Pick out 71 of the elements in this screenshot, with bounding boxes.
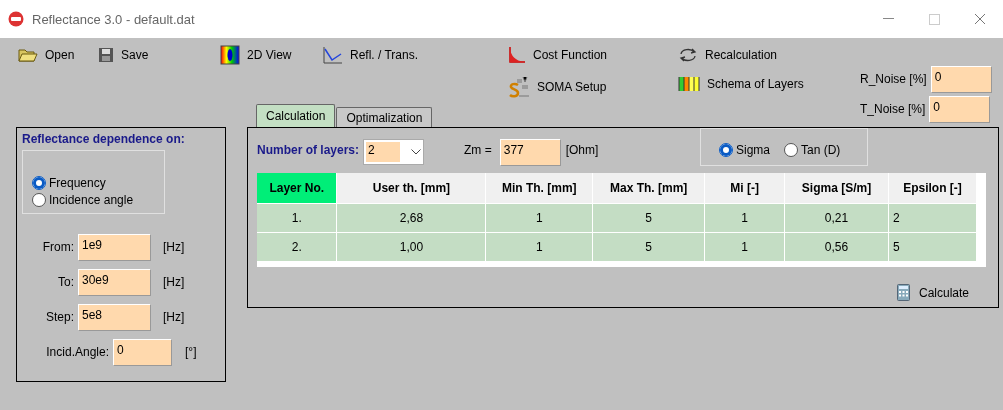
layers-dropdown[interactable]: 2 — [363, 139, 425, 165]
toolbar-button[interactable]: 2D View — [220, 45, 292, 65]
field-label: Incid.Angle: — [45, 345, 110, 359]
decay-chart-icon — [508, 46, 526, 64]
table-cell: 1 — [485, 232, 593, 261]
column-header: User th. [mm] — [336, 173, 486, 203]
toolbar-button[interactable]: Refl. / Trans. — [323, 46, 419, 64]
input-field[interactable]: 30e9 — [78, 269, 150, 295]
folder-icon — [18, 47, 38, 63]
field-label: To: — [57, 275, 75, 289]
column-header: Mi [-] — [704, 173, 785, 203]
table-cell: 2. — [257, 232, 337, 261]
close-icon[interactable] — [974, 13, 986, 25]
toolbar-button[interactable]: Save — [98, 47, 149, 63]
radio-option[interactable]: Incidence angle — [32, 193, 164, 207]
layer-stripes-icon — [678, 76, 700, 92]
layers-label: Number of layers: — [257, 143, 360, 157]
unit-label: [Hz] — [163, 240, 186, 254]
table-cell: 0,56 — [784, 232, 889, 261]
minimize-icon[interactable] — [882, 18, 894, 20]
field-label: Step: — [44, 310, 75, 324]
noise-label: T_Noise [%] — [860, 102, 926, 116]
toolbar-button[interactable]: Schema of Layers — [678, 76, 804, 92]
formula-icon — [508, 76, 530, 98]
tab[interactable]: Optimalization — [336, 107, 433, 127]
noise-field[interactable]: 0 — [930, 66, 991, 92]
table-cell: 5 — [592, 203, 705, 232]
table-cell: 2 — [888, 203, 977, 232]
table-cell: 1. — [257, 203, 337, 232]
window-title: Reflectance 3.0 - default.dat — [32, 11, 195, 27]
table-cell: 1 — [485, 203, 593, 232]
table-cell: 1 — [704, 203, 785, 232]
panel-title: Reflectance dependence on: — [22, 132, 186, 146]
table-cell: 5 — [592, 232, 705, 261]
unit-label: [Ohm] — [565, 143, 599, 157]
unit-label: [°] — [185, 345, 198, 359]
table-cell: 1,00 — [336, 232, 486, 261]
color-map-icon — [220, 45, 240, 65]
table-cell: 0,21 — [784, 203, 889, 232]
unit-label: [Hz] — [163, 310, 186, 324]
column-header: Max Th. [mm] — [592, 173, 705, 203]
toolbar-button[interactable]: SOMA Setup — [508, 76, 607, 98]
input-field[interactable]: 5e8 — [78, 304, 150, 330]
radio-option[interactable]: Sigma — [719, 143, 770, 157]
calculate-button[interactable]: Calculate — [890, 283, 975, 302]
radio-option[interactable]: Frequency — [32, 176, 164, 190]
zm-field[interactable]: 377 — [499, 139, 560, 165]
table-cell: 1 — [704, 232, 785, 261]
chevron-icon — [411, 149, 422, 155]
toolbar-button[interactable]: Cost Function — [508, 46, 608, 64]
calculator-icon — [896, 284, 910, 301]
column-header: Layer No. — [257, 173, 337, 203]
column-header: Sigma [S/m] — [784, 173, 889, 203]
tab[interactable]: Calculation — [256, 104, 336, 127]
field-label: From: — [41, 240, 75, 254]
radio-option[interactable]: Tan (D) — [784, 143, 841, 157]
unit-label: [Hz] — [163, 275, 186, 289]
table-cell: 5 — [888, 232, 977, 261]
column-header: Epsilon [-] — [888, 173, 977, 203]
app-logo-icon — [8, 11, 24, 27]
toolbar-button[interactable]: Open — [18, 47, 75, 63]
table-cell: 2,68 — [336, 203, 486, 232]
refresh-icon — [678, 47, 698, 63]
noise-field[interactable]: 0 — [929, 96, 990, 122]
line-chart-icon — [323, 46, 343, 64]
noise-label: R_Noise [%] — [860, 72, 927, 86]
input-field[interactable]: 0 — [113, 339, 171, 365]
toolbar-button[interactable]: Recalculation — [678, 47, 778, 63]
zm-label: Zm = — [464, 143, 492, 157]
column-header: Min Th. [mm] — [485, 173, 593, 203]
input-field[interactable]: 1e9 — [78, 234, 150, 260]
